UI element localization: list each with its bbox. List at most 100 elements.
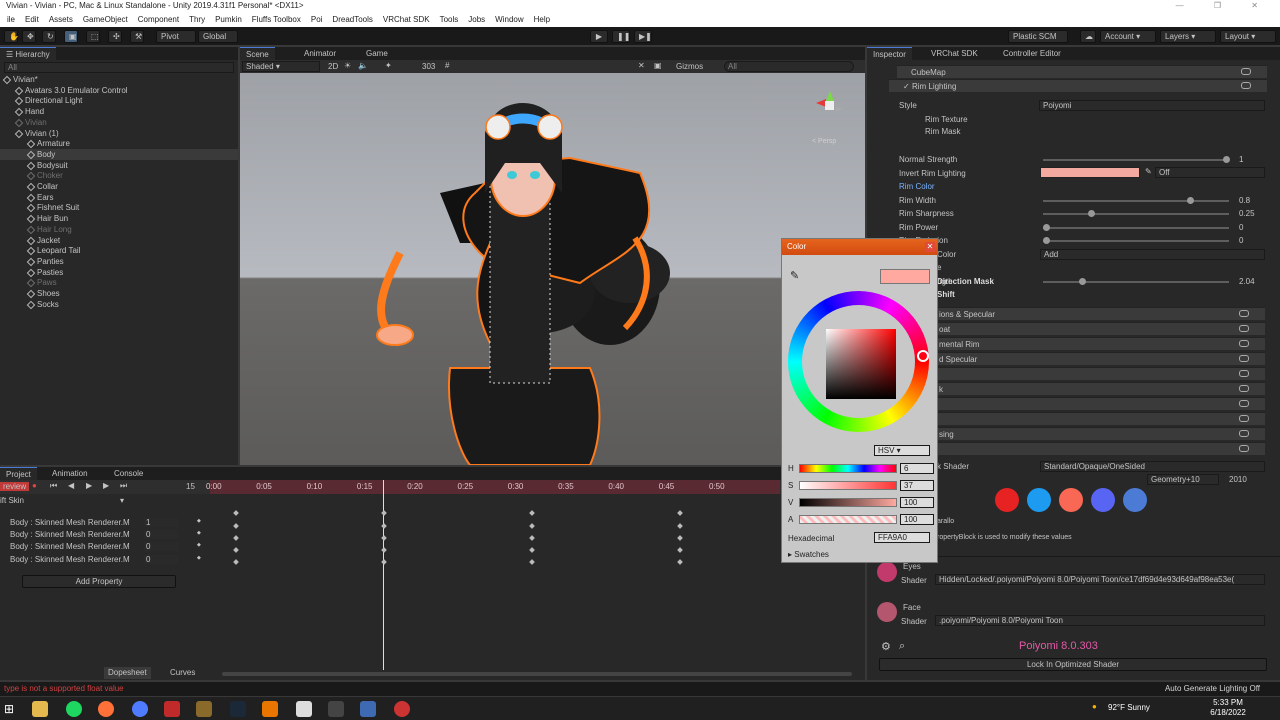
hue-handle[interactable] <box>917 350 929 362</box>
rim-color-swatch[interactable] <box>1040 167 1140 178</box>
hierarchy-item[interactable]: Fishnet Suit <box>0 202 238 213</box>
scene-search-input[interactable]: All <box>724 61 854 72</box>
rim-property-value[interactable]: 0.25 <box>1239 207 1255 220</box>
alpha-slider[interactable] <box>799 515 897 524</box>
shift-label[interactable]: Shift <box>937 290 955 299</box>
hierarchy-item[interactable]: Shoes <box>0 288 238 299</box>
animation-property-row[interactable]: Body : Skinned Mesh Renderer.M 1 ◆ <box>0 518 210 529</box>
eyedropper-icon[interactable]: ✎ <box>1145 167 1152 176</box>
audio-icon[interactable]: 🔈 <box>358 61 368 70</box>
hierarchy-item[interactable]: Bodysuit <box>0 160 238 171</box>
preview-button[interactable]: review <box>0 482 30 491</box>
render-queue-dropdown[interactable]: Geometry+10 <box>1147 474 1219 485</box>
menu-item-12[interactable]: Jobs <box>468 15 485 24</box>
property-slider[interactable] <box>1043 196 1229 204</box>
console-error-message[interactable]: type is not a supported float value <box>0 684 124 693</box>
patreon-icon[interactable] <box>1059 488 1083 512</box>
menu-item-10[interactable]: VRChat SDK <box>383 15 430 24</box>
tools-icon[interactable]: ✕ <box>638 61 645 70</box>
animation-property-value[interactable]: 0 <box>144 542 178 552</box>
2d-toggle[interactable]: 2D <box>328 62 338 71</box>
menu-item-3[interactable]: GameObject <box>83 15 128 24</box>
animation-property-value[interactable]: 0 <box>144 530 178 540</box>
menu-item-1[interactable]: Edit <box>25 15 39 24</box>
hue-slider[interactable] <box>799 464 897 473</box>
s-input[interactable]: 37 <box>900 480 934 491</box>
hidden-count[interactable]: 303 <box>422 62 435 71</box>
slider-knob[interactable] <box>1187 196 1194 204</box>
property-slider[interactable] <box>1043 277 1229 285</box>
keyframe[interactable] <box>381 510 387 516</box>
link-icon[interactable] <box>1241 68 1251 75</box>
property-slider[interactable] <box>1043 156 1230 163</box>
link-icon[interactable] <box>1239 445 1249 452</box>
saturation-value-square[interactable] <box>826 329 896 399</box>
slider-knob[interactable] <box>1088 210 1095 217</box>
tab-project[interactable]: Project <box>0 467 37 480</box>
slider-knob[interactable] <box>1043 223 1050 231</box>
v-input[interactable]: 100 <box>900 497 934 508</box>
obs-icon[interactable] <box>394 701 410 717</box>
link-icon[interactable] <box>1239 340 1249 347</box>
rim-property-value[interactable]: 0 <box>1239 221 1243 234</box>
spotify-icon[interactable] <box>66 701 82 717</box>
keyframe[interactable] <box>233 523 239 529</box>
direction-mask-label[interactable]: Direction Mask <box>937 277 994 286</box>
app-icon[interactable] <box>196 701 212 717</box>
menu-item-5[interactable]: Thry <box>189 15 205 24</box>
menu-item-2[interactable]: Assets <box>49 15 73 24</box>
light-icon[interactable]: ☀ <box>344 61 351 70</box>
youtube-icon[interactable] <box>995 488 1019 512</box>
animation-property-value[interactable]: 0 <box>144 554 178 564</box>
tab-animator[interactable]: Animator <box>298 47 342 60</box>
tab-controller-editor[interactable]: Controller Editor <box>997 47 1067 60</box>
camera-icon[interactable]: ▣ <box>654 61 662 70</box>
a-input[interactable]: 100 <box>900 514 934 525</box>
steam-icon[interactable] <box>230 701 246 717</box>
timeline-scrollbar[interactable] <box>222 672 852 676</box>
face-shader-dropdown[interactable]: .poiyomi/Poiyomi 8.0/Poiyomi Toon <box>935 615 1265 626</box>
hierarchy-item[interactable]: Panties <box>0 256 238 267</box>
shader-section[interactable] <box>883 412 1265 425</box>
hierarchy-item[interactable]: Armature <box>0 138 238 149</box>
keyframe[interactable] <box>233 510 239 516</box>
grid-icon[interactable]: # <box>445 61 449 70</box>
cubemap-section[interactable]: CubeMap <box>897 65 1267 78</box>
hierarchy-search-input[interactable]: All <box>4 62 234 73</box>
h-input[interactable]: 6 <box>900 463 934 474</box>
frame-number[interactable]: 15 <box>186 482 195 491</box>
keyframe[interactable] <box>381 547 387 553</box>
keyframe[interactable] <box>529 510 535 516</box>
hand-tool-icon[interactable]: ✋ <box>4 30 19 43</box>
property-slider[interactable] <box>1043 223 1229 231</box>
hierarchy-item[interactable]: Hand <box>0 106 238 117</box>
file-explorer-icon[interactable] <box>32 701 48 717</box>
unity-hub-icon[interactable] <box>296 701 312 717</box>
slider-knob[interactable] <box>1043 237 1050 244</box>
scene-viewport[interactable]: < Persp <box>240 73 865 465</box>
keyframe[interactable] <box>529 535 535 541</box>
rim-color-mode-dropdown[interactable]: Off <box>1155 167 1265 178</box>
menu-item-0[interactable]: ile <box>7 15 15 24</box>
close-icon[interactable]: ✕ <box>925 242 935 252</box>
app-icon[interactable] <box>360 701 376 717</box>
keyframe[interactable] <box>233 559 239 565</box>
rect-tool-icon[interactable]: ⬚ <box>86 30 100 43</box>
hierarchy-item[interactable]: Hair Bun <box>0 213 238 224</box>
window-controls[interactable]: — ❐ ✕ <box>1176 0 1272 12</box>
animation-property-row[interactable]: Body : Skinned Mesh Renderer.M 0 ◆ <box>0 530 210 541</box>
link-icon[interactable] <box>1239 400 1249 407</box>
gizmos-dropdown[interactable]: Gizmos <box>676 62 703 71</box>
menu-item-8[interactable]: Poi <box>311 15 323 24</box>
swatches-toggle[interactable]: ▸ Swatches <box>788 549 829 560</box>
hierarchy-item[interactable]: Vivian (1) <box>0 128 238 139</box>
shader-section[interactable]: oat <box>883 322 1265 335</box>
shader-section[interactable]: sing <box>883 427 1265 440</box>
settings-icon[interactable]: ⚙ <box>881 640 891 653</box>
tab-vrchat-sdk[interactable]: VRChat SDK <box>925 47 984 60</box>
menu-item-14[interactable]: Help <box>534 15 550 24</box>
hierarchy-item[interactable]: Directional Light <box>0 95 238 106</box>
play-anim-icon[interactable]: ▶ <box>86 481 92 490</box>
keyframe[interactable] <box>677 510 683 516</box>
step-button[interactable]: ▶❚ <box>634 30 652 43</box>
